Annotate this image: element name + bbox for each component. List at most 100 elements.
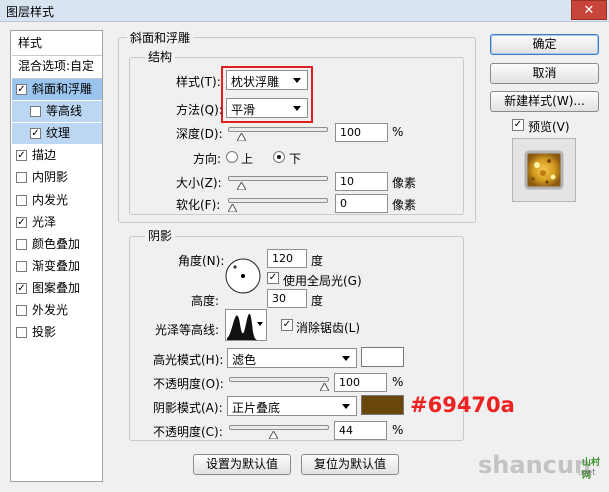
highlight-color-swatch[interactable] — [361, 347, 404, 367]
angle-unit: 度 — [311, 254, 324, 268]
close-button[interactable]: ✕ — [571, 0, 607, 20]
bevel-emboss-title: 斜面和浮雕 — [127, 29, 194, 46]
gloss-contour-label: 光泽等高线: — [155, 323, 220, 337]
style-item-label: 描边 — [32, 148, 57, 162]
style-item-checkbox[interactable] — [16, 195, 27, 206]
antialiased-label: 消除锯齿(L) — [296, 321, 361, 335]
new-style-button[interactable]: 新建样式(W)... — [490, 91, 599, 112]
contour-preview-icon — [227, 310, 257, 340]
style-item-label: 斜面和浮雕 — [32, 82, 93, 96]
styles-header[interactable]: 样式 — [12, 33, 102, 54]
direction-down-radio[interactable] — [273, 151, 285, 163]
chevron-down-icon — [342, 404, 350, 409]
shadow-opacity-knob[interactable] — [269, 431, 278, 439]
preview-checkbox[interactable]: ✓ — [512, 119, 524, 131]
depth-slider-knob[interactable] — [237, 133, 246, 141]
highlight-mode-dropdown[interactable]: 滤色 — [227, 348, 357, 368]
style-item[interactable]: ✓ 光泽 — [12, 212, 102, 233]
style-item[interactable]: 颜色叠加 — [12, 234, 102, 255]
highlight-mode-label: 高光模式(H): — [153, 353, 224, 367]
style-item-label: 纹理 — [46, 126, 71, 140]
size-unit: 像素 — [392, 176, 417, 190]
shadow-opacity-input[interactable]: 44 — [334, 421, 387, 440]
style-item[interactable]: 内阴影 — [12, 167, 102, 188]
highlight-opacity-pct: % — [392, 375, 404, 389]
depth-input[interactable]: 100 — [335, 123, 388, 142]
style-item-checkbox[interactable] — [16, 305, 27, 316]
style-item-label: 内发光 — [32, 193, 69, 207]
technique-dropdown[interactable]: 平滑 — [226, 98, 308, 118]
style-item-checkbox[interactable] — [16, 239, 27, 250]
shading-title: 阴影 — [145, 227, 176, 244]
style-item-checkbox[interactable]: ✓ — [16, 217, 27, 228]
style-item[interactable]: 内发光 — [12, 190, 102, 211]
highlight-opacity-slider[interactable] — [229, 377, 329, 382]
style-item-checkbox[interactable] — [16, 172, 27, 183]
style-item[interactable]: ✓ 描边 — [12, 145, 102, 166]
style-dropdown[interactable]: 枕状浮雕 — [226, 70, 308, 90]
close-icon[interactable]: ✕ — [584, 3, 595, 18]
preview-label: 预览(V) — [528, 120, 570, 134]
blending-options-item[interactable]: 混合选项:自定 — [12, 56, 102, 77]
size-slider-knob[interactable] — [237, 182, 246, 190]
style-item-label: 外发光 — [32, 303, 69, 317]
style-item[interactable]: 渐变叠加 — [12, 256, 102, 277]
style-item[interactable]: ✓ 纹理 — [12, 123, 102, 144]
style-item[interactable]: ✓ 斜面和浮雕 — [12, 79, 102, 100]
soften-label: 软化(F): — [176, 198, 221, 212]
soften-input[interactable]: 0 — [335, 194, 388, 213]
chevron-down-icon — [257, 322, 263, 326]
shadow-opacity-slider[interactable] — [229, 425, 329, 430]
watermark-suffix: .net — [578, 468, 596, 478]
style-item-checkbox[interactable]: ✓ — [16, 150, 27, 161]
shadow-mode-dropdown[interactable]: 正片叠底 — [227, 396, 357, 416]
highlight-opacity-label: 不透明度(O): — [153, 377, 224, 391]
global-light-checkbox[interactable]: ✓ — [267, 272, 279, 284]
direction-up-label: 上 — [241, 152, 254, 166]
highlight-opacity-knob[interactable] — [320, 383, 329, 391]
altitude-label: 高度: — [191, 294, 220, 308]
direction-label: 方向: — [193, 152, 222, 166]
style-item[interactable]: ✓ 图案叠加 — [12, 278, 102, 299]
depth-label: 深度(D): — [176, 127, 223, 141]
style-item[interactable]: 投影 — [12, 322, 102, 343]
style-item[interactable]: 外发光 — [12, 300, 102, 321]
direction-up-radio[interactable] — [226, 151, 238, 163]
shadow-color-swatch[interactable] — [361, 395, 404, 415]
global-light-label: 使用全局光(G) — [283, 274, 362, 288]
style-item-checkbox[interactable]: ✓ — [16, 84, 27, 95]
style-item-label: 图案叠加 — [32, 281, 81, 295]
angle-input[interactable]: 120 — [267, 249, 307, 268]
structure-title: 结构 — [145, 48, 176, 65]
window-title: 图层样式 — [6, 5, 55, 19]
style-item-checkbox[interactable]: ✓ — [16, 283, 27, 294]
antialiased-checkbox[interactable]: ✓ — [281, 319, 293, 331]
style-item-label: 内阴影 — [32, 170, 69, 184]
style-item[interactable]: 等高线 — [12, 101, 102, 122]
shadow-opacity-label: 不透明度(C): — [153, 425, 223, 439]
style-item-checkbox[interactable] — [16, 327, 27, 338]
technique-value: 平滑 — [231, 103, 256, 117]
ok-button[interactable]: 确定 — [490, 34, 599, 55]
reset-default-button[interactable]: 复位为默认值 — [301, 454, 399, 475]
soften-slider[interactable] — [228, 198, 328, 203]
style-item-checkbox[interactable] — [30, 106, 41, 117]
direction-down-label: 下 — [289, 152, 302, 166]
depth-slider[interactable] — [228, 127, 328, 132]
highlight-opacity-input[interactable]: 100 — [334, 373, 387, 392]
shadow-opacity-pct: % — [392, 423, 404, 437]
style-preview-thumbnail — [512, 138, 576, 202]
make-default-button[interactable]: 设置为默认值 — [193, 454, 291, 475]
size-input[interactable]: 10 — [335, 172, 388, 191]
cancel-button[interactable]: 取消 — [490, 63, 599, 84]
soften-unit: 像素 — [392, 198, 417, 212]
style-item-checkbox[interactable]: ✓ — [30, 128, 41, 139]
shadow-mode-value: 正片叠底 — [232, 401, 281, 415]
size-slider[interactable] — [228, 176, 328, 181]
angle-dial[interactable] — [224, 257, 262, 295]
gloss-contour-picker[interactable] — [225, 309, 267, 341]
color-annotation: #69470a — [410, 393, 515, 417]
altitude-input[interactable]: 30 — [267, 289, 307, 308]
style-item-checkbox[interactable] — [16, 261, 27, 272]
soften-slider-knob[interactable] — [228, 204, 237, 212]
